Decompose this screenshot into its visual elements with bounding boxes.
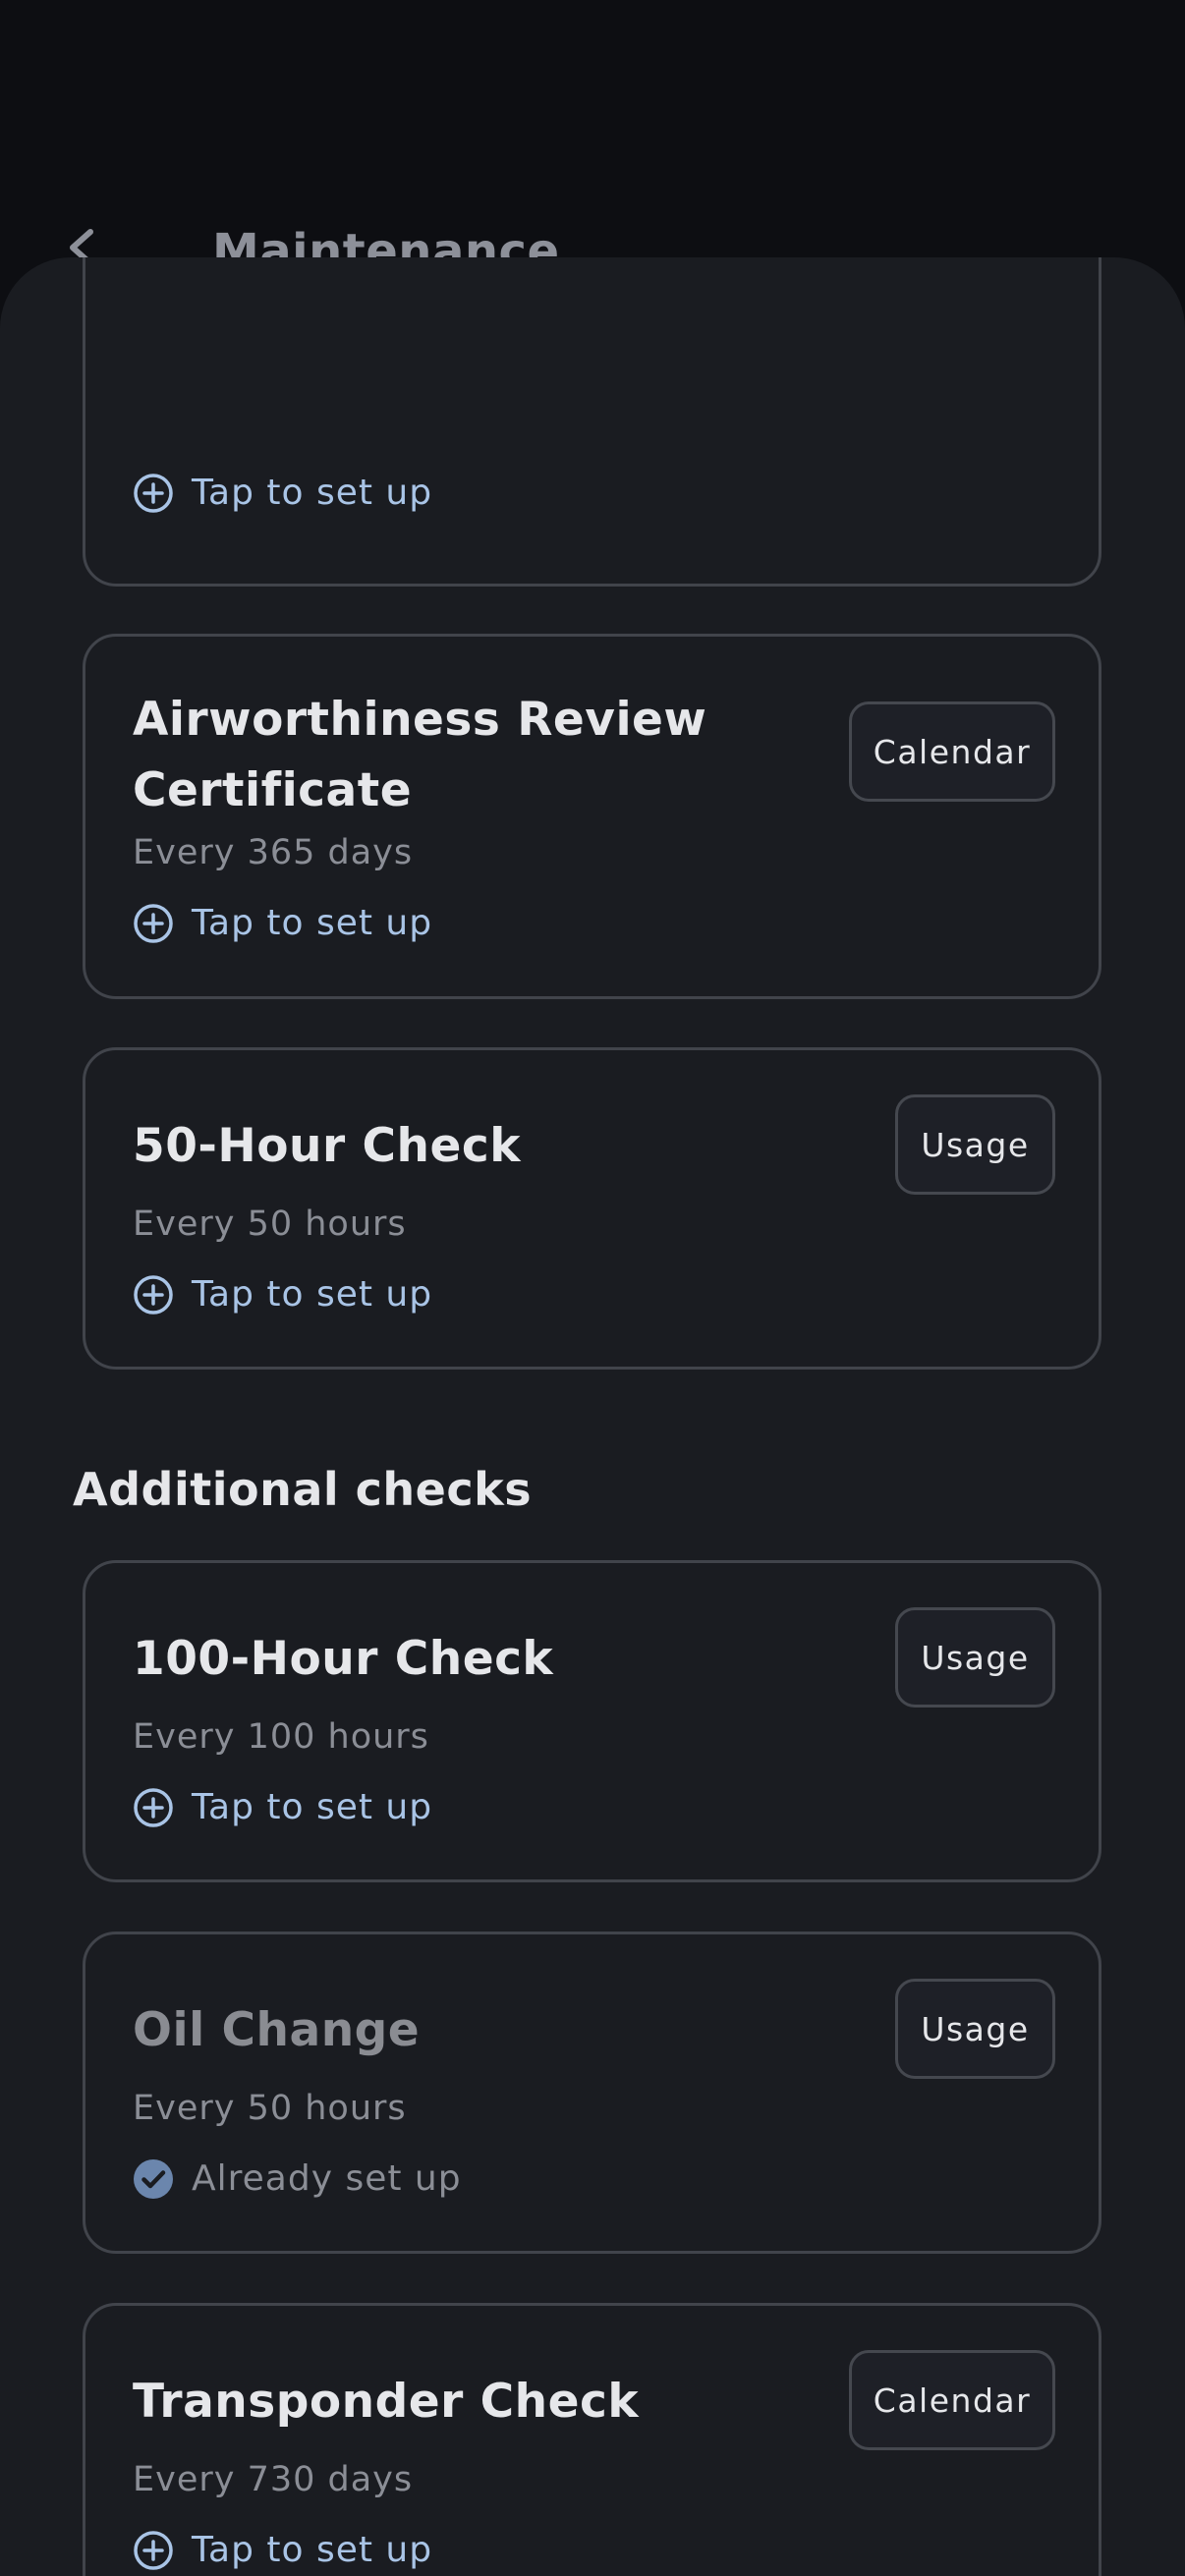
usage-chip: Usage [895,1979,1055,2079]
usage-chip[interactable]: Usage [895,1094,1055,1195]
setup-action[interactable]: Tap to set up [133,472,432,515]
check-circle-icon [134,2159,173,2199]
card-interval: Every 730 days [133,2460,414,2499]
setup-action[interactable]: Tap to set up [133,1786,432,1829]
plus-circle-icon [134,2531,173,2570]
maintenance-card[interactable]: Transponder Check Every 730 days Tap to … [83,2303,1101,2576]
setup-action-label: Tap to set up [192,2530,433,2570]
maintenance-card[interactable]: 100-Hour Check Every 100 hours Tap to se… [83,1560,1101,1882]
card-title: 100-Hour Check [133,1632,554,1686]
screen: Maintenance Tap to set up Airworthiness … [0,0,1185,2576]
plus-circle-icon [134,1788,173,1827]
setup-action[interactable]: Tap to set up [133,902,432,945]
bottom-sheet[interactable]: Tap to set up Airworthiness Review Certi… [0,257,1185,2576]
setup-action[interactable]: Tap to set up [133,1273,432,1316]
maintenance-card[interactable]: 50-Hour Check Every 50 hours Tap to set … [83,1047,1101,1370]
card-interval: Every 365 days [133,833,414,872]
setup-action[interactable]: Tap to set up [133,2529,432,2572]
maintenance-card[interactable]: Tap to set up [83,257,1101,587]
maintenance-card-disabled: Oil Change Every 50 hours Already set up… [83,1932,1101,2254]
setup-action-label: Tap to set up [192,1274,433,1315]
already-setup-status: Already set up [133,2157,462,2201]
setup-action-label: Tap to set up [192,473,433,513]
card-title: Airworthiness Review Certificate [133,685,706,826]
card-interval: Every 50 hours [133,2089,407,2128]
plus-circle-icon [134,904,173,943]
already-setup-label: Already set up [192,2158,462,2199]
background-screen: Maintenance [0,0,1185,295]
card-title: Transponder Check [133,2375,640,2429]
card-title: 50-Hour Check [133,1119,521,1173]
card-title: Oil Change [133,2003,421,2057]
maintenance-card[interactable]: Airworthiness Review Certificate Every 3… [83,634,1101,999]
plus-circle-icon [134,474,173,513]
card-title-line: Certificate [133,763,413,817]
calendar-chip[interactable]: Calendar [849,2350,1055,2450]
usage-chip[interactable]: Usage [895,1607,1055,1708]
calendar-chip[interactable]: Calendar [849,701,1055,802]
card-interval: Every 50 hours [133,1204,407,1244]
section-heading: Additional checks [73,1463,533,1516]
card-interval: Every 100 hours [133,1717,429,1757]
card-title-line: Airworthiness Review [133,693,707,747]
plus-circle-icon [134,1275,173,1315]
setup-action-label: Tap to set up [192,903,433,943]
setup-action-label: Tap to set up [192,1787,433,1827]
